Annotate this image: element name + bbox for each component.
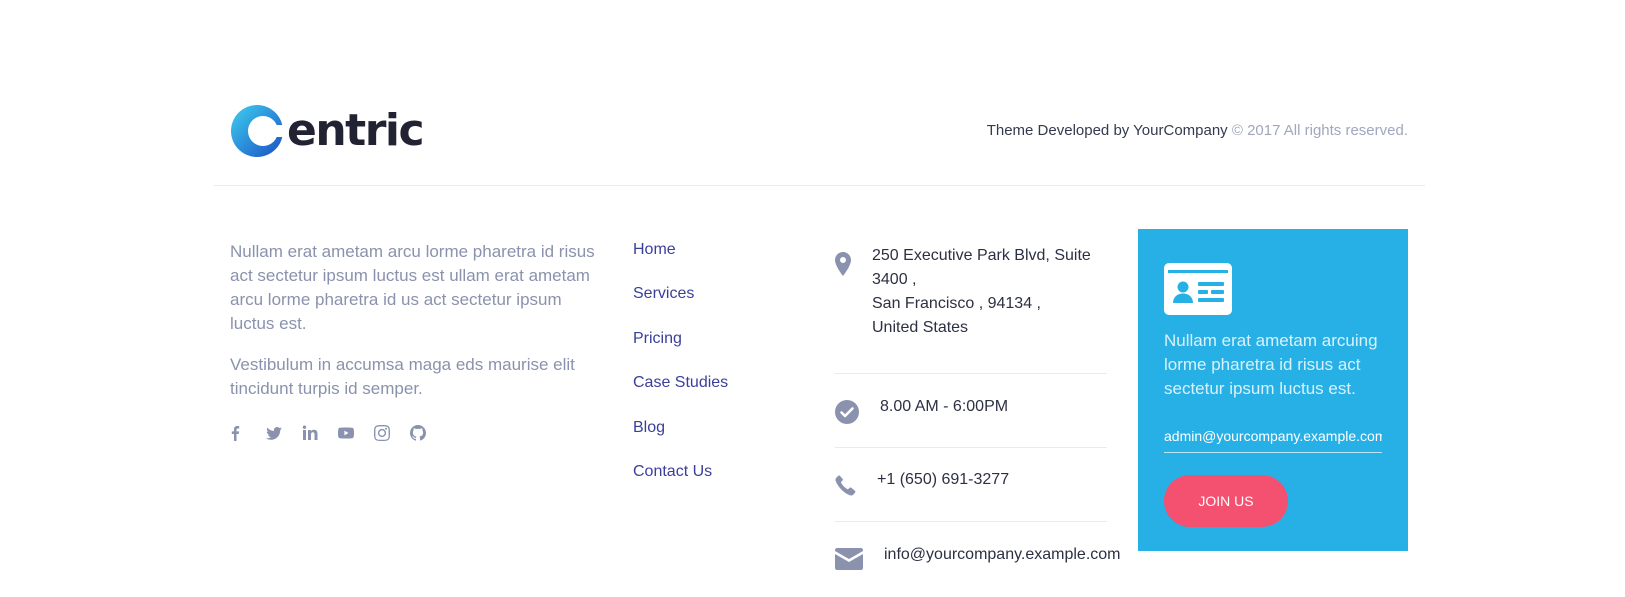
email-input[interactable] bbox=[1164, 425, 1382, 453]
nav-link-blog[interactable]: Blog bbox=[633, 419, 665, 436]
id-card-icon bbox=[1164, 263, 1232, 315]
about-paragraph: Vestibulum in accumsa maga eds maurise e… bbox=[230, 355, 575, 398]
nav-link-services[interactable]: Services bbox=[633, 285, 694, 302]
rights-text: © 2017 All rights reserved. bbox=[1227, 122, 1408, 139]
email-text[interactable]: info@yourcompany.example.com bbox=[884, 545, 1121, 565]
phone-icon bbox=[835, 474, 857, 501]
address-row: 250 Executive Park Blvd, Suite 3400 , Sa… bbox=[835, 242, 1107, 374]
nav-link-contact-us[interactable]: Contact Us bbox=[633, 463, 712, 480]
address-line: United States bbox=[872, 319, 969, 336]
nav-link-pricing[interactable]: Pricing bbox=[633, 330, 682, 347]
twitter-icon[interactable] bbox=[265, 424, 283, 442]
nav-link-home[interactable]: Home bbox=[633, 241, 676, 258]
logo-c-icon bbox=[231, 105, 284, 157]
join-us-button[interactable]: JOIN US bbox=[1164, 475, 1288, 527]
newsletter-signup: Nullam erat ametam arcuing lorme pharetr… bbox=[1138, 229, 1408, 551]
footer-divider bbox=[214, 185, 1425, 186]
about-section: Nullam erat ametam arcu lorme pharetra i… bbox=[230, 240, 610, 418]
about-paragraph: Nullam erat ametam arcu lorme pharetra i… bbox=[230, 242, 595, 333]
youtube-icon[interactable] bbox=[337, 424, 355, 442]
linkedin-icon[interactable] bbox=[301, 424, 319, 442]
copyright-notice: Theme Developed by YourCompany © 2017 Al… bbox=[987, 122, 1408, 139]
facebook-icon[interactable] bbox=[229, 424, 247, 442]
hours-text: 8.00 AM - 6:00PM bbox=[880, 398, 1009, 415]
brand-logo[interactable]: entric bbox=[230, 103, 425, 159]
instagram-icon[interactable] bbox=[373, 424, 391, 442]
envelope-icon bbox=[835, 548, 863, 575]
check-circle-icon bbox=[835, 400, 859, 429]
social-links bbox=[229, 424, 445, 442]
github-icon[interactable] bbox=[409, 424, 427, 442]
address-line: 250 Executive Park Blvd, Suite bbox=[872, 247, 1091, 264]
address-line: 3400 , bbox=[872, 271, 917, 288]
map-pin-icon bbox=[835, 252, 851, 281]
address-text: 250 Executive Park Blvd, Suite 3400 , Sa… bbox=[872, 244, 1112, 340]
developer-credit: Theme Developed by YourCompany bbox=[986, 122, 1228, 139]
phone-text[interactable]: +1 (650) 691-3277 bbox=[877, 470, 1009, 490]
footer-nav: Home Services Pricing Case Studies Blog … bbox=[633, 240, 728, 506]
signup-description: Nullam erat ametam arcuing lorme pharetr… bbox=[1164, 331, 1378, 398]
brand-name: entric bbox=[287, 105, 425, 156]
address-line: San Francisco , 94134 , bbox=[872, 295, 1041, 312]
nav-link-case-studies[interactable]: Case Studies bbox=[633, 374, 728, 391]
